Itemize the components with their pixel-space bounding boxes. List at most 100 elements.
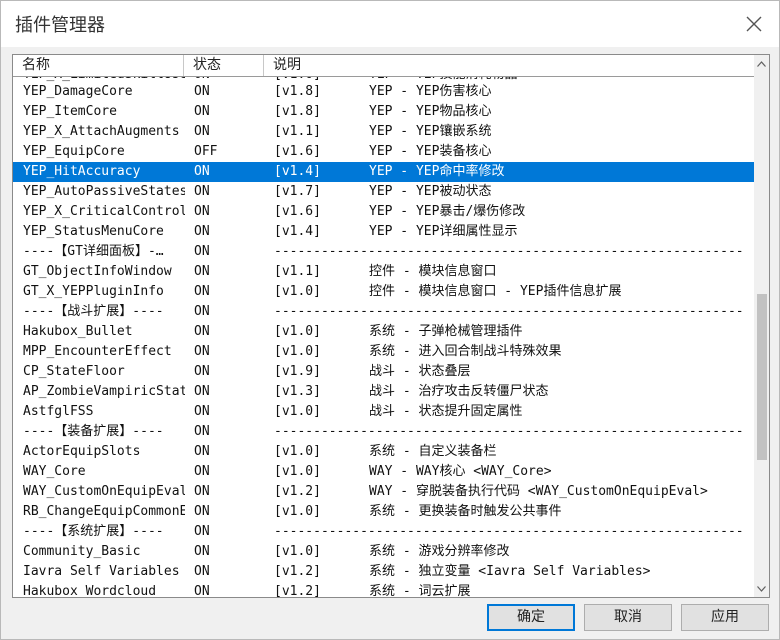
plugin-description: YEP - YEP详细属性显示 <box>369 224 518 239</box>
vertical-scrollbar[interactable] <box>754 55 769 597</box>
plugin-name: ----【战斗扩展】---- <box>23 304 164 319</box>
plugin-status: ON <box>194 304 210 319</box>
plugin-description: 系统 - 子弹枪械管理插件 <box>369 324 523 339</box>
plugin-description: 系统 - 游戏分辨率修改 <box>369 544 510 559</box>
apply-button[interactable]: 应用 <box>681 604 769 631</box>
plugin-version: [v1.0] <box>274 544 321 559</box>
plugin-row[interactable]: MPP_EncounterEffect ON [v1.0] 系统 - 进入回合制战斗特… <box>13 342 754 362</box>
plugin-description: 系统 - 更换装备时触发公共事件 <box>369 504 562 519</box>
plugin-status: ON <box>194 364 210 379</box>
plugin-name: ----【GT详细面板】-… <box>23 244 164 259</box>
plugin-version: [v1.0] <box>274 344 321 359</box>
plugin-name: AP_ZombieVampiricState <box>23 384 185 399</box>
plugin-name: ActorEquipSlots <box>23 444 141 459</box>
plugin-row[interactable]: YEP_EquipCore OFF [v1.6] YEP - YEP装备核心 <box>13 142 754 162</box>
plugin-row[interactable]: Iavra Self Variables ON [v1.2] 系统 - 独立变量 <I… <box>13 562 754 582</box>
plugin-status: ON <box>194 324 210 339</box>
plugin-name: AstfglFSS <box>23 404 94 419</box>
plugin-version: [v1.3] <box>274 384 321 399</box>
plugin-version: [v1.0] <box>274 464 321 479</box>
plugin-description: YEP - YEP镶嵌系统 <box>369 124 492 139</box>
plugin-name: YEP_AutoPassiveStates <box>23 184 185 199</box>
column-header-status[interactable]: 状态 <box>184 55 264 76</box>
plugin-name: GT_ObjectInfoWindow <box>23 264 172 279</box>
plugin-status: ON <box>194 444 210 459</box>
plugin-group-separator[interactable]: ----【装备扩展】---- ON ------------------------… <box>13 422 754 442</box>
plugin-row[interactable]: WAY_Core ON [v1.0] WAY - WAY核心 <WAY_Core> <box>13 462 754 482</box>
plugin-row[interactable]: AP_ZombieVampiricState ON [v1.3] 战斗 - 治疗攻击反… <box>13 382 754 402</box>
plugin-status: ON <box>194 244 210 259</box>
plugin-row[interactable]: Hakubox_Wordcloud ON [v1.2] 系统 - 词云扩展 <box>13 582 754 598</box>
plugin-status: ON <box>194 384 210 399</box>
plugin-row[interactable]: YEP_StatusMenuCore ON [v1.4] YEP - YEP详细属性显… <box>13 222 754 242</box>
plugin-version: [v1.4] <box>274 224 321 239</box>
plugin-name: YEP_HitAccuracy <box>23 164 141 179</box>
plugin-row[interactable]: CP_StateFloor ON [v1.9] 战斗 - 状态叠层 <box>13 362 754 382</box>
plugin-row[interactable]: YEP_X_AttachAugments ON [v1.1] YEP - YEP镶嵌系… <box>13 122 754 142</box>
plugin-row[interactable]: RB_ChangeEquipCommonE… ON [v1.0] 系统 - 更换装备时… <box>13 502 754 522</box>
plugin-name: YEP_StatusMenuCore <box>23 224 164 239</box>
plugin-version: [v1.4] <box>274 164 321 179</box>
plugin-description: YEP - YEP暴击/爆伤修改 <box>369 204 526 219</box>
plugin-name: GT_X_YEPPluginInfo <box>23 284 164 299</box>
plugin-version: [v1.7] <box>274 184 321 199</box>
plugin-row[interactable]: YEP_AutoPassiveStates ON [v1.7] YEP - YEP被动… <box>13 182 754 202</box>
plugin-status: ON <box>194 404 210 419</box>
plugin-status: ON <box>194 484 210 499</box>
plugin-row[interactable]: YEP_DamageCore ON [v1.8] YEP - YEP伤害核心 <box>13 82 754 102</box>
plugin-group-separator[interactable]: ----【GT详细面板】-… ON ------------------------… <box>13 242 754 262</box>
plugin-row[interactable]: YEP_X_CriticalControl ON [v1.6] YEP - YEP暴击… <box>13 202 754 222</box>
chevron-down-icon <box>757 585 766 592</box>
plugin-version: [v1.0] <box>274 284 321 299</box>
plugin-row[interactable]: YEP_ItemCore ON [v1.8] YEP - YEP物品核心 <box>13 102 754 122</box>
plugin-version: [v1.2] <box>274 564 321 579</box>
plugin-description: 系统 - 独立变量 <Iavra Self Variables> <box>369 564 651 579</box>
plugin-status: ON <box>194 584 210 598</box>
separator-line: ----------------------------------------… <box>274 424 744 439</box>
plugin-version: [v1.0] <box>274 404 321 419</box>
plugin-status: ON <box>194 524 210 539</box>
plugin-status: OFF <box>194 144 218 159</box>
plugin-description: 控件 - 模块信息窗口 - YEP插件信息扩展 <box>369 284 622 299</box>
plugin-row[interactable]: AstfglFSS ON [v1.0] 战斗 - 状态提升固定属性 <box>13 402 754 422</box>
plugin-name: YEP_X_AttachAugments <box>23 124 180 139</box>
plugin-name: YEP_ItemCore <box>23 104 117 119</box>
close-button[interactable] <box>741 11 767 37</box>
plugin-status: ON <box>194 544 210 559</box>
plugin-row[interactable]: GT_X_YEPPluginInfo ON [v1.0] 控件 - 模块信息窗口 - … <box>13 282 754 302</box>
plugin-version: [v1.0] <box>274 444 321 459</box>
separator-line: ----------------------------------------… <box>274 304 744 319</box>
scroll-down-button[interactable] <box>754 580 769 597</box>
plugin-version: [v1.1] <box>274 264 321 279</box>
plugin-row[interactable]: WAY_CustomOnEquipEval ON [v1.2] WAY - 穿脱装备执… <box>13 482 754 502</box>
plugin-name: YEP_X_CriticalControl <box>23 204 185 219</box>
plugin-status: ON <box>194 124 210 139</box>
plugin-version: [v1.6] <box>274 204 321 219</box>
plugin-name: Iavra Self Variables <box>23 564 180 579</box>
plugin-row[interactable]: GT_ObjectInfoWindow ON [v1.1] 控件 - 模块信息窗口 <box>13 262 754 282</box>
scroll-thumb[interactable] <box>757 294 767 461</box>
plugin-description: WAY - 穿脱装备执行代码 <WAY_CustomOnEquipEval> <box>369 484 708 499</box>
cancel-button[interactable]: 取消 <box>584 604 672 631</box>
scroll-up-button[interactable] <box>754 55 769 72</box>
plugin-version: [v1.2] <box>274 584 321 598</box>
plugin-description: YEP - YEP装备核心 <box>369 144 492 159</box>
plugin-row[interactable]: Hakubox_Bullet ON [v1.0] 系统 - 子弹枪械管理插件 <box>13 322 754 342</box>
plugin-row[interactable]: YEP_HitAccuracy ON [v1.4] YEP - YEP命中率修改 <box>13 162 754 182</box>
plugin-list[interactable]: YEP_X_LimitedSkillUses ON [v1.0] YEP - Y… <box>12 54 770 598</box>
plugin-status: ON <box>194 464 210 479</box>
plugin-group-separator[interactable]: ----【战斗扩展】---- ON ------------------------… <box>13 302 754 322</box>
plugin-version: [v1.9] <box>274 364 321 379</box>
plugin-version: [v1.0] <box>274 324 321 339</box>
plugin-version: [v1.8] <box>274 104 321 119</box>
plugin-row[interactable]: Community_Basic ON [v1.0] 系统 - 游戏分辨率修改 <box>13 542 754 562</box>
plugin-status: ON <box>194 504 210 519</box>
plugin-version: [v1.1] <box>274 124 321 139</box>
window-title: 插件管理器 <box>15 15 105 36</box>
ok-button[interactable]: 确定 <box>487 604 575 631</box>
plugin-group-separator[interactable]: ----【系统扩展】---- ON ------------------------… <box>13 522 754 542</box>
column-header-name[interactable]: 名称 <box>13 55 184 76</box>
plugin-row[interactable]: ActorEquipSlots ON [v1.0] 系统 - 自定义装备栏 <box>13 442 754 462</box>
plugin-version: [v1.2] <box>274 484 321 499</box>
column-header-description[interactable]: 说明 <box>264 55 754 76</box>
